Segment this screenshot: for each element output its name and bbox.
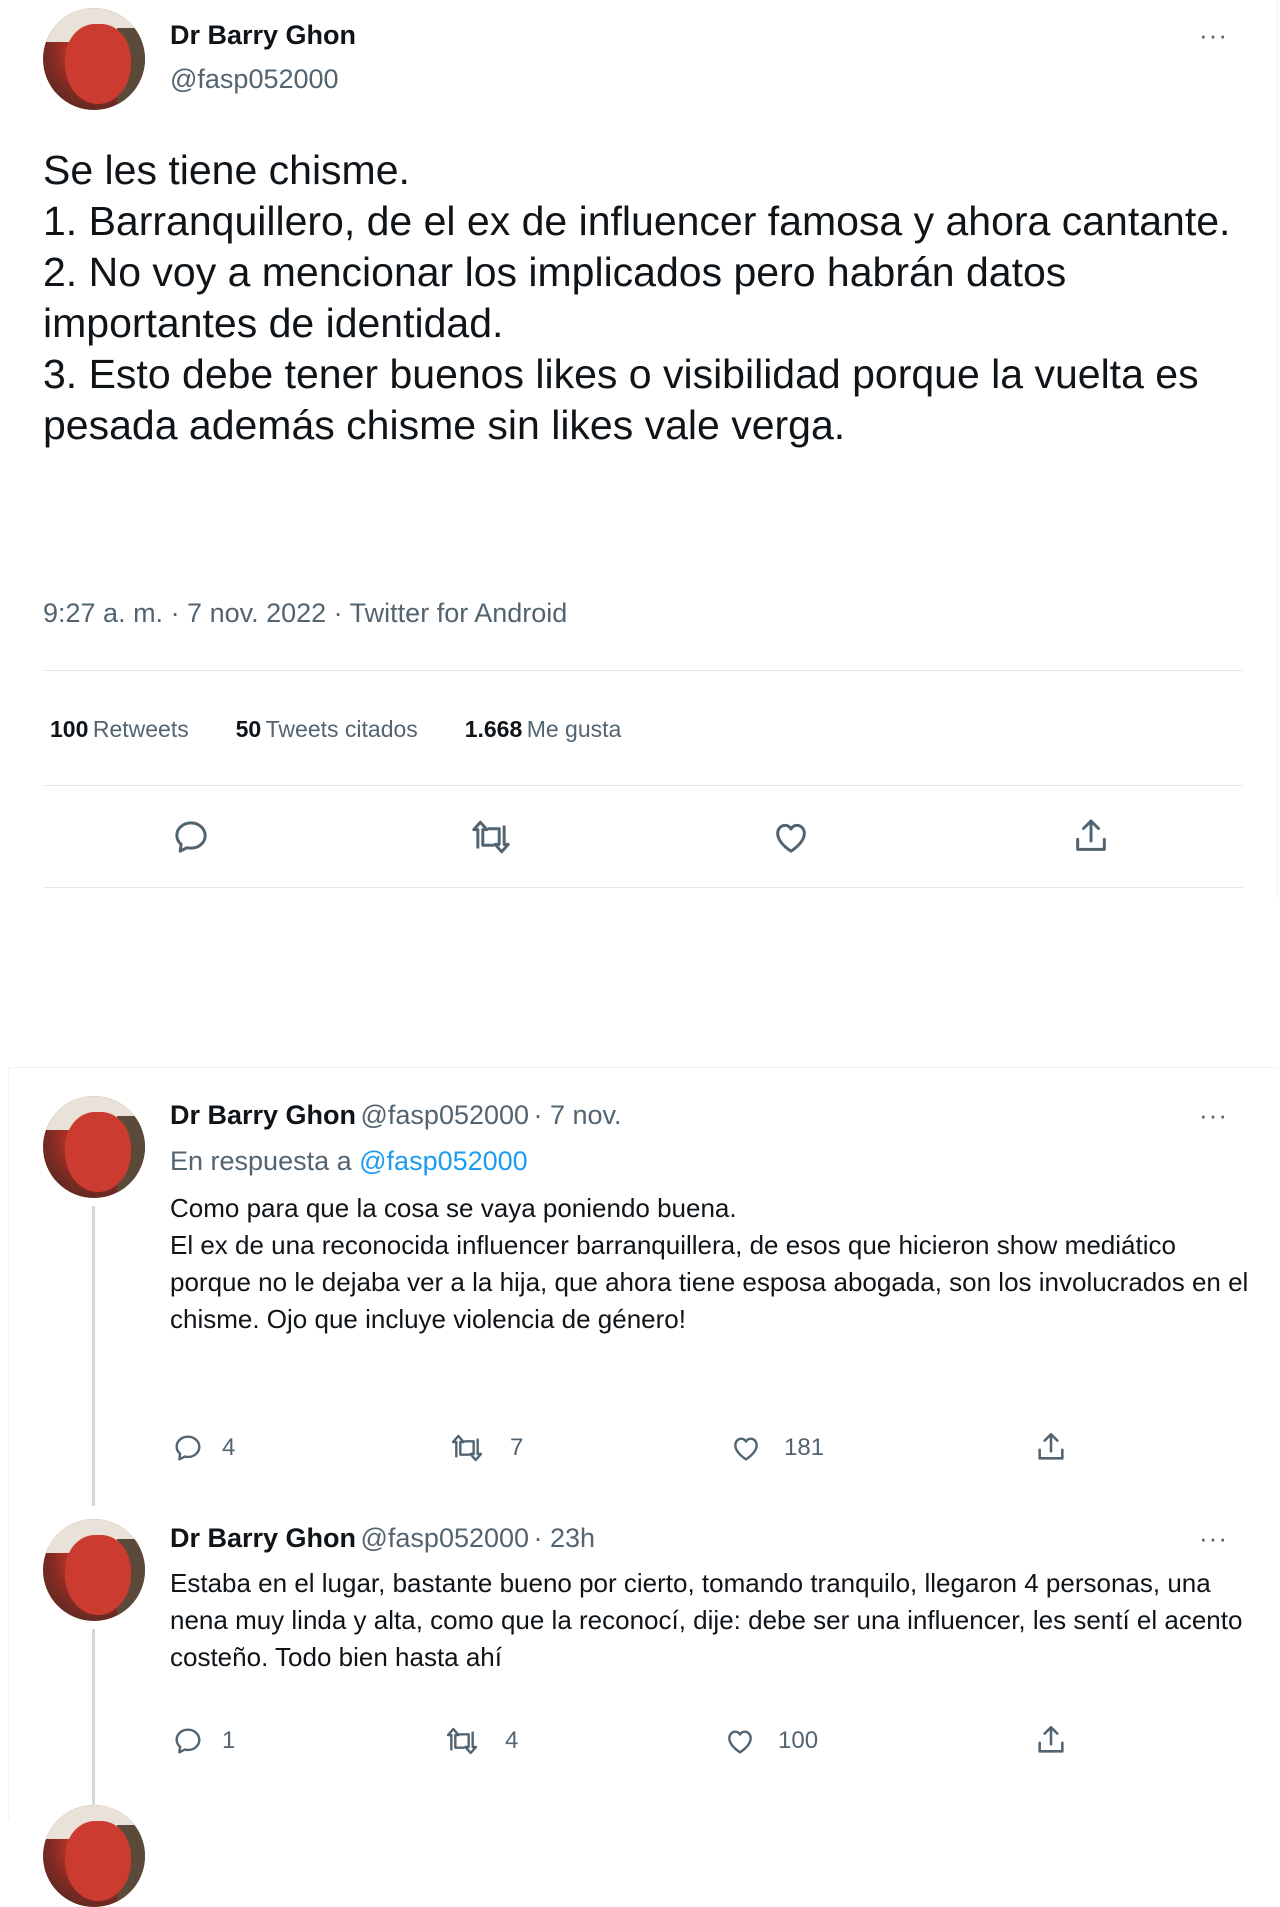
retweets-stat[interactable]: 100 Retweets <box>50 716 193 742</box>
share-icon[interactable] <box>1034 1723 1068 1757</box>
reply-count: 4 <box>222 1434 236 1461</box>
replying-prefix: En respuesta a <box>170 1146 352 1176</box>
author-handle[interactable]: @fasp052000 <box>170 64 339 95</box>
thread-line <box>92 1206 95 1506</box>
reply-action[interactable]: 4 <box>172 1432 235 1464</box>
retweet-action[interactable]: 7 <box>448 1432 523 1464</box>
likes-count: 1.668 <box>464 716 523 742</box>
more-icon[interactable]: ··· <box>1199 1523 1228 1554</box>
reply-tweet[interactable]: Dr Barry Ghon @fasp052000 · 7 nov. ··· E… <box>0 1080 1280 1506</box>
reply-count: 1 <box>222 1727 236 1754</box>
divider <box>43 887 1243 888</box>
share-icon[interactable] <box>1071 815 1111 857</box>
likes-label: Me gusta <box>526 716 622 742</box>
share-icon[interactable] <box>1034 1430 1068 1464</box>
retweet-count: 4 <box>505 1727 519 1754</box>
likes-stat[interactable]: 1.668 Me gusta <box>465 716 622 742</box>
reply-header: Dr Barry Ghon @fasp052000 · 23h <box>170 1523 595 1554</box>
quotes-count: 50 <box>235 716 262 742</box>
reply-tweet[interactable]: Dr Barry Ghon @fasp052000 · 23h ··· Esta… <box>0 1503 1280 1907</box>
reply-icon <box>172 1725 204 1757</box>
retweet-action[interactable]: 4 <box>443 1725 518 1757</box>
author-name[interactable]: Dr Barry Ghon <box>170 20 356 51</box>
retweet-icon[interactable] <box>468 817 514 857</box>
reply-action[interactable]: 1 <box>172 1725 235 1757</box>
tweet-meta[interactable]: 9:27 a. m. · 7 nov. 2022 · Twitter for A… <box>43 598 567 629</box>
avatar[interactable] <box>43 8 145 110</box>
heart-icon[interactable] <box>770 817 812 857</box>
heart-icon <box>728 1432 764 1464</box>
timestamp[interactable]: · 23h <box>534 1523 596 1553</box>
main-tweet: Dr Barry Ghon @fasp052000 ··· Se les tie… <box>0 0 1280 900</box>
avatar[interactable] <box>43 1805 145 1907</box>
heart-icon <box>722 1725 758 1757</box>
author-handle[interactable]: @fasp052000 <box>361 1523 530 1553</box>
retweets-count: 100 <box>50 716 89 742</box>
tweet-stats: 100 Retweets 50 Tweets citados 1.668 Me … <box>50 716 621 743</box>
section-divider <box>8 1067 1278 1068</box>
tweet-text: Como para que la cosa se vaya poniendo b… <box>170 1193 1249 1334</box>
replying-to: En respuesta a @fasp052000 <box>170 1146 528 1177</box>
like-count: 181 <box>784 1434 825 1461</box>
retweet-icon <box>448 1432 486 1464</box>
author-handle[interactable]: @fasp052000 <box>361 1100 530 1130</box>
like-count: 100 <box>778 1727 819 1754</box>
avatar[interactable] <box>43 1519 145 1621</box>
quotes-stat[interactable]: 50 Tweets citados <box>236 716 423 742</box>
reply-icon <box>172 1432 204 1464</box>
tweet-text: Se les tiene chisme. 1. Barranquillero, … <box>43 147 1231 448</box>
more-icon[interactable]: ··· <box>1199 20 1228 51</box>
author-name[interactable]: Dr Barry Ghon <box>170 1523 356 1553</box>
thread-line <box>92 1629 95 1809</box>
replying-handle-link[interactable]: @fasp052000 <box>359 1146 528 1176</box>
divider <box>43 785 1243 786</box>
timestamp[interactable]: · 7 nov. <box>534 1100 622 1130</box>
reply-icon[interactable] <box>171 817 211 857</box>
retweet-icon <box>443 1725 481 1757</box>
retweets-label: Retweets <box>92 716 189 742</box>
retweet-count: 7 <box>510 1434 524 1461</box>
quotes-label: Tweets citados <box>265 716 418 742</box>
reply-header: Dr Barry Ghon @fasp052000 · 7 nov. <box>170 1100 622 1131</box>
more-icon[interactable]: ··· <box>1199 1100 1228 1131</box>
tweet-text: Estaba en el lugar, bastante bueno por c… <box>170 1568 1250 1672</box>
author-name[interactable]: Dr Barry Ghon <box>170 1100 356 1130</box>
avatar[interactable] <box>43 1096 145 1198</box>
like-action[interactable]: 100 <box>722 1725 818 1757</box>
like-action[interactable]: 181 <box>728 1432 824 1464</box>
divider <box>43 670 1243 671</box>
card-border <box>1277 0 1278 900</box>
